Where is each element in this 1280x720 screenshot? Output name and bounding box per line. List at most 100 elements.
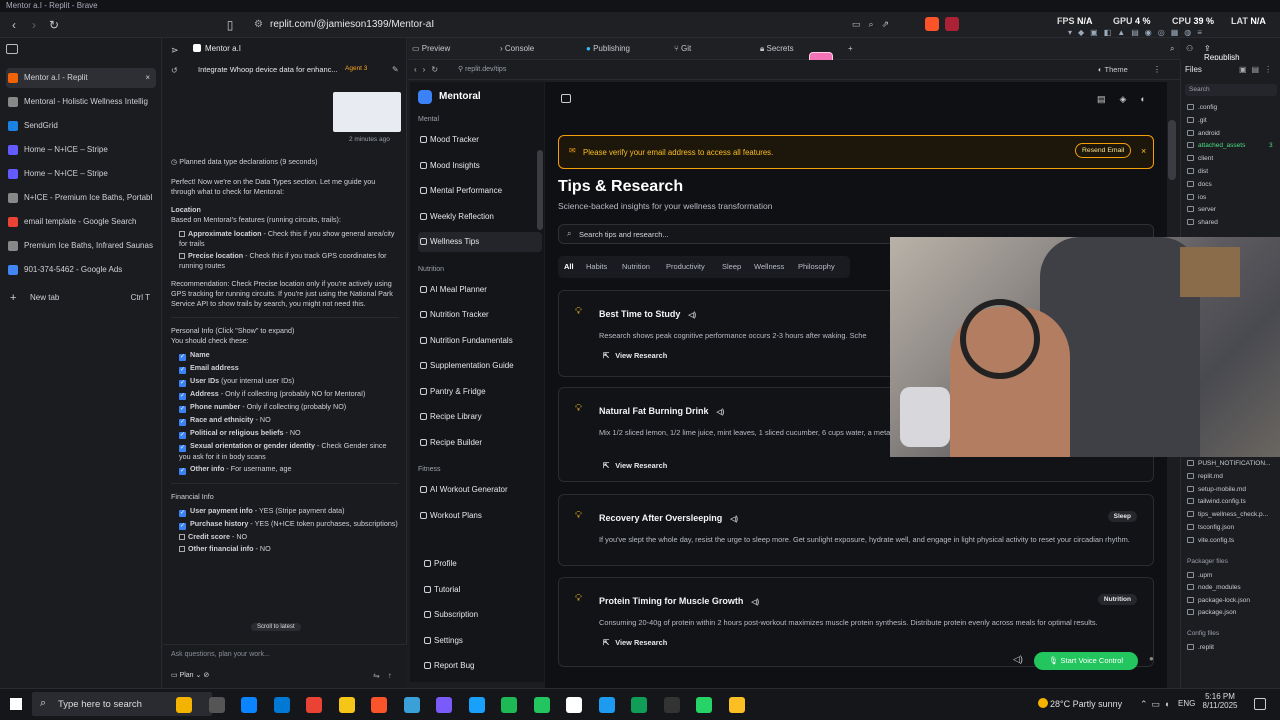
nav-item[interactable]: Workout Plans (418, 506, 542, 526)
nav-item[interactable]: Recipe Builder (418, 433, 542, 453)
theme-toggle[interactable]: ◐ Theme (1098, 65, 1128, 74)
file-item[interactable]: vite.config.ts (1187, 536, 1234, 544)
project-name[interactable]: Mentor a.I (205, 44, 241, 53)
figma-icon[interactable] (468, 697, 485, 713)
add-tab-icon[interactable]: + (848, 44, 853, 53)
mic-settings-icon[interactable]: ● (1149, 654, 1154, 663)
tip-card[interactable]: 💡︎ Recovery After Oversleeping ◁) If you've… (558, 494, 1154, 566)
view-research-link[interactable]: ⇱ View Research (603, 461, 667, 470)
brave-rewards-icon[interactable] (945, 17, 959, 31)
send-icons[interactable]: ⇋↑ (373, 671, 400, 680)
back-icon[interactable]: ‹ (6, 17, 22, 33)
audio-icon[interactable]: ◁) (730, 516, 738, 523)
notifications-icon[interactable] (1254, 698, 1266, 710)
file-item[interactable]: dist (1187, 168, 1208, 175)
tab-git[interactable]: ⑂ Git (674, 44, 691, 53)
browser-tab[interactable]: email template - Google Search (6, 212, 156, 232)
extension-icons[interactable]: ▾◆▣◧▲▤◉◎▦◍≡ (1068, 28, 1268, 38)
discord-icon[interactable] (436, 697, 452, 713)
new-chat-icon[interactable]: ✎ (392, 65, 399, 74)
file-item[interactable]: package.json (1187, 609, 1236, 616)
weather-text[interactable]: 28°C Partly sunny (1050, 699, 1122, 709)
audio-icon[interactable]: ◁) (717, 409, 725, 416)
chrome-icon[interactable] (631, 697, 647, 713)
steam-icon[interactable] (566, 697, 582, 713)
view-research-link[interactable]: ⇱ View Research (603, 638, 667, 647)
planned-note[interactable]: ◷ Planned data type declarations (9 seco… (171, 157, 399, 167)
nav-item[interactable]: Mood Insights (418, 156, 542, 176)
scroll-to-latest-button[interactable]: Scroll to latest (251, 623, 301, 631)
nav-item[interactable]: AI Workout Generator (418, 480, 542, 500)
preview-url[interactable]: ⚲ replit.dev/tips (458, 65, 506, 73)
app-icon[interactable] (728, 697, 745, 713)
nav-item[interactable]: Tutorial (422, 580, 546, 600)
excel-icon[interactable] (501, 697, 517, 713)
site-info-icon[interactable]: ⚙ (254, 15, 263, 35)
reload-icon[interactable]: ↻ (46, 17, 62, 33)
app-icon[interactable] (403, 697, 420, 713)
file-item[interactable]: tips_wellness_check.p... (1187, 511, 1268, 518)
filter-tab[interactable]: Productivity (666, 262, 705, 271)
nav-item[interactable]: Nutrition Tracker (418, 305, 542, 325)
header-icons[interactable]: ▤◈◐ (1097, 94, 1160, 105)
file-item[interactable]: client (1187, 155, 1213, 162)
scrollbar[interactable] (1168, 120, 1176, 180)
speaker-icon[interactable]: ◁) (1013, 654, 1023, 665)
filter-tab[interactable]: All (564, 262, 574, 271)
sidebar-scrollbar[interactable] (537, 150, 543, 230)
bookmark-icon[interactable]: ▯ (222, 17, 238, 33)
search-icon[interactable]: ⌕ (1170, 44, 1174, 54)
chat-input[interactable]: Ask questions, plan your work... (171, 651, 270, 658)
sidebar-toggle-icon[interactable] (6, 44, 18, 54)
obs-icon[interactable] (663, 697, 680, 713)
files-search[interactable]: Search (1185, 84, 1277, 96)
file-item[interactable]: .config (1187, 104, 1217, 111)
nav-item[interactable]: Mood Tracker (418, 130, 542, 150)
nav-item[interactable]: Recipe Library (418, 407, 542, 427)
screenshot-thumbnail[interactable] (333, 92, 401, 132)
preview-nav-icons[interactable]: ‹›↻ (414, 65, 444, 74)
nav-item[interactable]: Subscription (422, 605, 546, 625)
history-icon[interactable]: ↺ (171, 66, 178, 75)
filter-tab[interactable]: Habits (586, 262, 607, 271)
file-item[interactable]: shared (1187, 219, 1218, 226)
nav-item[interactable]: AI Meal Planner (418, 280, 542, 300)
chat-title[interactable]: Integrate Whoop device data for enhanc..… (198, 65, 343, 74)
browser-tab[interactable]: Mentoral - Holistic Wellness Intellig (6, 92, 156, 112)
spotify-icon[interactable] (533, 697, 550, 713)
filter-tab[interactable]: Sleep (722, 262, 741, 271)
file-item[interactable]: node_modules (1187, 584, 1241, 591)
resend-email-button[interactable]: Resend Email (1075, 143, 1132, 158)
chrome-icon[interactable] (306, 697, 322, 713)
file-item[interactable]: setup-mobile.md (1187, 485, 1246, 493)
file-item[interactable]: .git (1187, 116, 1207, 124)
tab-publishing[interactable]: ● Publishing (586, 44, 630, 53)
brave-icon[interactable] (371, 697, 387, 713)
browser-tab[interactable]: N+ICE - Premium Ice Baths, Portabl (6, 188, 156, 208)
close-icon[interactable]: × (1141, 146, 1146, 156)
tab-console[interactable]: › Console (500, 44, 534, 53)
nav-item[interactable]: Settings (422, 631, 546, 651)
file-item[interactable]: replit.md (1187, 472, 1223, 480)
files-actions[interactable]: ▣▤⋮ (1239, 65, 1277, 74)
audio-icon[interactable]: ◁) (688, 312, 696, 319)
nav-item[interactable]: Pantry & Fridge (418, 382, 542, 402)
clock[interactable]: 5:16 PM 8/11/2025 (1200, 692, 1240, 710)
more-icon[interactable]: ⋮ (1153, 65, 1161, 74)
file-item[interactable]: ios (1187, 193, 1206, 201)
view-research-link[interactable]: ⇱ View Research (603, 351, 667, 360)
browser-tab[interactable]: SendGrid (6, 116, 156, 136)
nav-item[interactable]: Nutrition Fundamentals (418, 331, 542, 351)
browser-tab[interactable]: Home – N+ICE – Stripe (6, 164, 156, 184)
file-item[interactable]: tsconfig.json (1187, 524, 1234, 531)
workspace-menu-icon[interactable]: ⋗ (171, 45, 179, 56)
file-item[interactable]: android (1187, 129, 1220, 137)
file-item[interactable]: attached_assets 3 (1187, 142, 1273, 149)
browser-tab[interactable]: Premium Ice Baths, Infrared Saunas (6, 236, 156, 256)
nav-item[interactable]: Weekly Reflection (418, 207, 542, 227)
tray-icons[interactable]: ⌃▭◖ (1140, 699, 1173, 710)
start-voice-control-button[interactable]: 🎙︎ Start Voice Control (1034, 652, 1138, 670)
windows-start-icon[interactable] (10, 698, 22, 710)
file-item[interactable]: .upm (1187, 571, 1212, 579)
tab-secrets[interactable]: 🔒︎ Secrets (760, 44, 794, 54)
